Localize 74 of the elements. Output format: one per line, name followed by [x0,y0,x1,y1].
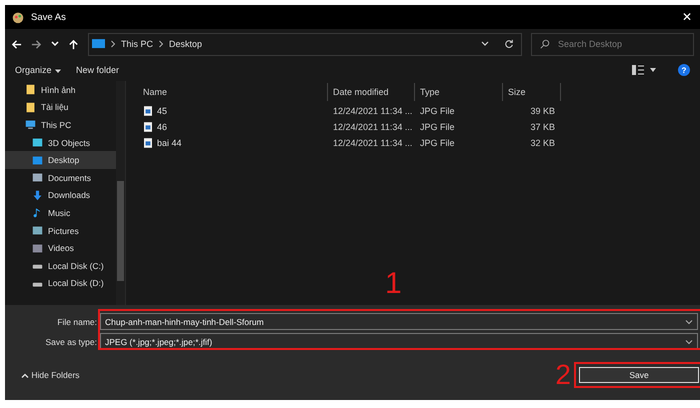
monitor-icon [32,154,43,166]
table-cell-text: 39 KB [529,106,556,116]
chevron-up-icon [21,372,29,380]
image-file-icon [144,122,152,132]
app-icon [11,10,25,24]
hide-folders-button[interactable]: Hide Folders [15,369,86,381]
table-cell-text: JPG File [419,138,456,148]
table-cell-text: 37 KB [529,122,556,132]
sidebar-item[interactable]: Downloads [5,186,116,204]
file-name-field[interactable]: Chup-anh-man-hinh-may-tinh-Dell-Sforum [100,313,698,330]
up-arrow-icon[interactable] [68,38,79,50]
table-cell-text: 12/24/2021 11:34 ... [332,138,414,148]
search-field[interactable]: Search Desktop [531,32,694,56]
caret-down-icon [54,66,62,75]
address-bar[interactable]: This PC Desktop [88,32,522,56]
sidebar-item[interactable]: This PC [5,116,116,134]
forward-icon[interactable] [31,38,42,50]
file-icon [32,225,43,236]
sidebar-item[interactable]: Local Disk (D:) [5,274,116,292]
file-name[interactable]: 46 [157,122,168,132]
scrollbar[interactable] [116,81,125,305]
sidebar-item[interactable]: Documents [5,168,116,187]
refresh-icon[interactable] [504,39,514,49]
save-button[interactable]: Save [579,367,699,383]
table-cell-text: 12/24/2021 11:34 ... [332,122,414,132]
chevron-right-icon [110,40,116,48]
sidebar-item[interactable]: Hình ảnh [5,81,116,99]
monitor-icon [92,39,105,49]
chevron-right-icon [158,40,164,48]
monitor-icon [25,119,36,130]
sidebar-item[interactable]: 3D Objects [5,134,116,152]
file-icon [32,242,43,254]
table-cell-text: JPG File [419,106,456,116]
sidebar-item[interactable]: Tài liệu [5,98,116,116]
column-header[interactable]: Size [503,83,561,101]
breadcrumb[interactable]: This PC [121,39,154,49]
chevron-down-icon[interactable] [51,40,59,48]
sidebar-item[interactable]: Local Disk (C:) [5,256,116,275]
close-button[interactable]: ✕ [680,10,694,24]
sidebar-item[interactable]: Pictures [5,222,116,240]
image-file-icon [144,106,152,116]
help-button[interactable]: ? [678,64,690,76]
back-icon[interactable] [11,38,22,50]
field-label: File name: [56,316,97,326]
folder-icon [25,84,36,96]
file-icon [32,172,43,184]
table-cell-text: 12/24/2021 11:34 ... [332,106,414,116]
chevron-down-icon[interactable] [481,40,489,48]
folder-icon [25,102,36,113]
annotation-number: 2 [555,361,571,389]
search-icon [540,38,550,48]
new-folder-button[interactable]: New folder [76,65,120,75]
organize-button[interactable]: Organize [15,65,62,75]
chevron-down-icon [685,338,693,346]
column-header[interactable]: Name [138,83,328,101]
view-options-icon[interactable] [632,65,658,75]
sidebar-item[interactable]: Desktop [5,151,116,169]
field-label: Save as type: [44,336,97,346]
image-file-icon [144,138,152,148]
chevron-down-icon [685,318,693,326]
file-name[interactable]: bai 44 [157,138,182,148]
file-name[interactable]: 45 [157,106,168,116]
down-arrow-icon [32,190,43,201]
sidebar-item[interactable]: Music [5,204,116,222]
table-cell-text: JPG File [419,122,456,132]
window-title: Save As [31,12,66,22]
column-header[interactable]: Date modified [328,83,415,101]
breadcrumb[interactable]: Desktop [169,39,202,49]
annotation-number: 1 [385,269,402,299]
music-note-icon [32,207,43,218]
column-header[interactable]: Type [415,83,503,101]
cube-icon [32,137,43,148]
table-cell-text: 32 KB [529,138,556,148]
sidebar-item[interactable]: Videos [5,239,116,257]
